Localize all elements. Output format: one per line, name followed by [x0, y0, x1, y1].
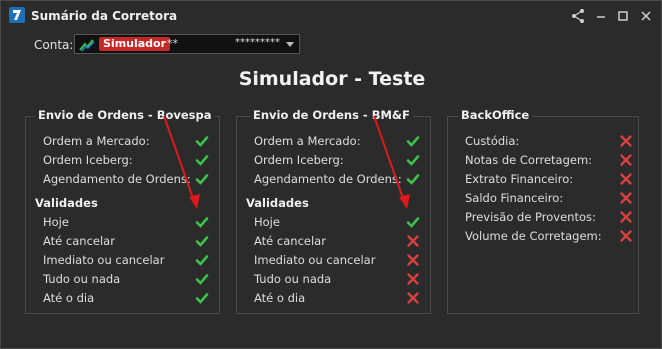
check-icon: [195, 217, 209, 228]
validity-label: Até cancelar: [254, 234, 326, 248]
close-icon[interactable]: [637, 7, 655, 25]
status-label: Previsão de Proventos:: [465, 210, 596, 224]
maximize-icon[interactable]: [614, 7, 632, 25]
check-icon: [406, 217, 420, 228]
validity-label: Tudo ou nada: [43, 272, 121, 286]
check-icon: [195, 274, 209, 285]
status-label: Extrato Financeiro:: [465, 172, 574, 186]
cross-icon: [620, 230, 632, 242]
account-dropdown[interactable]: Simulador ** *********: [74, 34, 300, 54]
annotation-arrow-bovespa: [163, 115, 200, 209]
cross-icon: [620, 154, 632, 166]
cross-icon: [407, 273, 419, 285]
validity-label: Imediato ou cancelar: [43, 253, 165, 267]
chevron-down-icon[interactable]: [286, 42, 294, 47]
cross-icon: [620, 173, 632, 185]
status-label: Ordem a Mercado:: [254, 134, 361, 148]
status-label: Custódia:: [465, 134, 520, 148]
cross-icon: [407, 292, 419, 304]
window-title: Sumário da Corretora: [31, 9, 178, 23]
title-bar[interactable]: Sumário da Corretora: [1, 1, 661, 31]
broker-summary-window: Sumário da Corretora Conta: Simulador **…: [0, 0, 662, 349]
status-label: Notas de Corretagem:: [465, 153, 593, 167]
simulator-badge: Simulador: [99, 37, 171, 51]
account-type-icon: [79, 37, 95, 56]
share-icon[interactable]: [569, 7, 587, 25]
status-label: Ordem a Mercado:: [43, 134, 150, 148]
validity-label: Até cancelar: [43, 234, 115, 248]
validity-label: Hoje: [43, 215, 69, 229]
page-title: Simulador - Teste: [238, 68, 426, 90]
validity-label: Tudo ou nada: [254, 272, 332, 286]
validity-label: Imediato ou cancelar: [254, 253, 376, 267]
check-icon: [195, 255, 209, 266]
validity-label: Até o dia: [43, 291, 95, 305]
status-label: Saldo Financeiro:: [465, 191, 564, 205]
check-icon: [195, 293, 209, 304]
status-label: Volume de Corretagem:: [465, 229, 602, 243]
account-masked-suffix: *********: [235, 37, 280, 48]
app-logo-icon: [9, 7, 25, 23]
cross-icon: [620, 192, 632, 204]
status-label: Ordem Iceberg:: [43, 153, 133, 167]
cross-icon: [620, 135, 632, 147]
validades-heading: Validades: [246, 196, 309, 210]
cross-icon: [620, 211, 632, 223]
account-label: Conta:: [34, 38, 74, 52]
minimize-icon[interactable]: [592, 7, 610, 25]
validity-label: Hoje: [254, 215, 280, 229]
status-label: Ordem Iceberg:: [254, 153, 344, 167]
check-icon: [195, 236, 209, 247]
validades-heading: Validades: [35, 196, 98, 210]
annotation-arrow-bmf: [373, 115, 410, 209]
validity-label: Até o dia: [254, 291, 306, 305]
panel-title-backoffice: BackOffice: [458, 108, 533, 122]
cross-icon: [407, 235, 419, 247]
account-masked-id: **: [167, 37, 178, 50]
cross-icon: [407, 254, 419, 266]
